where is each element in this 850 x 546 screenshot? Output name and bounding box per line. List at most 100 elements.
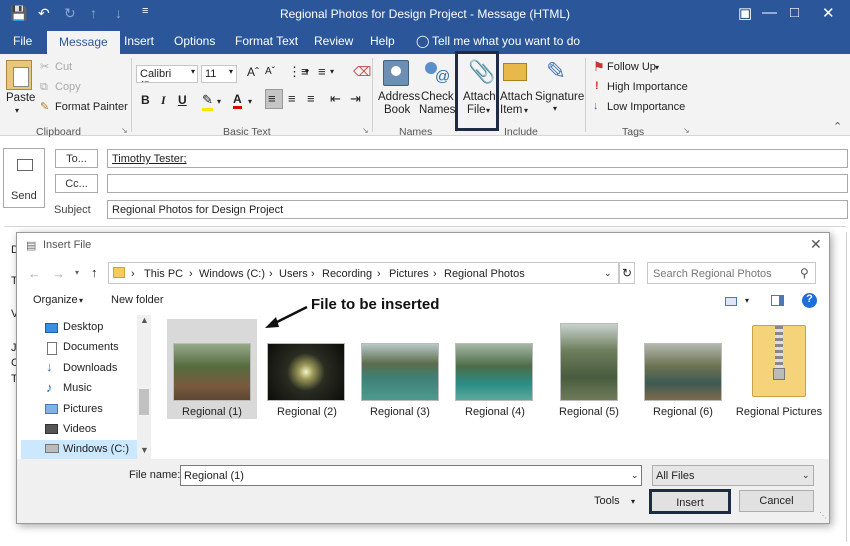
search-box[interactable]: Search Regional Photos ⚲ bbox=[647, 262, 816, 284]
collapse-ribbon-icon[interactable]: ⌃ bbox=[833, 120, 842, 133]
chevron-down-icon[interactable]: ▾ bbox=[229, 67, 233, 76]
preview-pane-icon[interactable] bbox=[771, 295, 784, 306]
tools-button[interactable]: Tools bbox=[594, 495, 620, 507]
ribbon-display-icon[interactable]: ▣ bbox=[738, 4, 752, 22]
tab-options[interactable]: Options bbox=[174, 34, 215, 48]
underline-button[interactable]: U bbox=[178, 93, 187, 107]
down-arrow-icon[interactable]: ↓ bbox=[593, 100, 599, 112]
attach-item-button-line2[interactable]: Item bbox=[500, 104, 522, 116]
check-names-icon[interactable]: @ bbox=[423, 60, 450, 86]
chevron-down-icon[interactable]: ▾ bbox=[631, 497, 635, 506]
cancel-button[interactable]: Cancel bbox=[739, 490, 814, 512]
nav-item-windows-c[interactable]: Windows (C:) bbox=[63, 443, 129, 455]
dialog-launcher-icon[interactable]: ↘ bbox=[683, 126, 690, 135]
chevron-down-icon[interactable]: ⌄ bbox=[631, 470, 639, 481]
nav-item-music[interactable]: Music bbox=[63, 382, 92, 394]
address-bar[interactable]: › This PC › Windows (C:) › Users › Recor… bbox=[108, 262, 619, 284]
flag-icon[interactable]: ⚑ bbox=[593, 59, 605, 75]
check-names-button-line1[interactable]: Check bbox=[421, 91, 454, 103]
paste-button[interactable]: Paste bbox=[6, 92, 35, 104]
chevron-down-icon[interactable]: ▾ bbox=[248, 97, 252, 106]
exclamation-icon[interactable]: ! bbox=[595, 80, 599, 92]
tell-me-search[interactable]: Tell me what you want to do bbox=[432, 34, 580, 48]
forward-icon[interactable]: → bbox=[52, 266, 65, 281]
high-importance-button[interactable]: High Importance bbox=[607, 81, 688, 93]
maximize-icon[interactable]: □ bbox=[790, 4, 799, 21]
address-book-icon[interactable] bbox=[383, 60, 409, 86]
bold-button[interactable]: B bbox=[141, 93, 150, 107]
help-icon[interactable]: ? bbox=[802, 293, 817, 308]
nav-item-documents[interactable]: Documents bbox=[63, 341, 119, 353]
align-left-icon[interactable]: ≡ bbox=[268, 91, 276, 106]
nav-scrollbar[interactable]: ▲ ▼ bbox=[137, 315, 151, 459]
envelope-icon[interactable] bbox=[503, 63, 527, 81]
chevron-down-icon[interactable]: ▾ bbox=[79, 296, 83, 305]
align-center-icon[interactable]: ≡ bbox=[288, 91, 296, 106]
nav-item-pictures[interactable]: Pictures bbox=[63, 403, 103, 415]
file-label[interactable]: Regional (6) bbox=[633, 406, 733, 418]
tab-format-text[interactable]: Format Text bbox=[235, 34, 298, 48]
brush-icon[interactable]: ✎ bbox=[40, 100, 49, 113]
organize-button[interactable]: Organize bbox=[33, 294, 78, 306]
paste-icon[interactable] bbox=[6, 60, 32, 90]
nav-item-desktop[interactable]: Desktop bbox=[63, 321, 103, 333]
highlight-icon[interactable]: ✎ bbox=[202, 92, 213, 111]
chevron-down-icon[interactable]: ▾ bbox=[305, 67, 309, 76]
chevron-down-icon[interactable]: ▾ bbox=[745, 296, 749, 305]
chevron-down-icon[interactable]: ▾ bbox=[553, 104, 557, 113]
chevron-down-icon[interactable]: ⌄ bbox=[802, 470, 810, 481]
address-book-button-line2[interactable]: Book bbox=[384, 104, 410, 116]
cut-button[interactable]: Cut bbox=[55, 61, 72, 73]
breadcrumb-item[interactable]: Regional Photos bbox=[444, 268, 525, 280]
breadcrumb-item[interactable]: Pictures bbox=[389, 268, 429, 280]
font-name-box[interactable]: Calibri (Boc bbox=[136, 65, 198, 83]
italic-button[interactable]: I bbox=[161, 93, 166, 108]
address-book-button-line1[interactable]: Address bbox=[378, 91, 420, 103]
zip-folder-icon[interactable] bbox=[752, 325, 806, 397]
grow-font-icon[interactable]: Aˆ bbox=[247, 65, 259, 79]
check-names-button-line2[interactable]: Names bbox=[419, 104, 455, 116]
copy-icon[interactable]: ⧉ bbox=[40, 81, 48, 94]
close-icon[interactable]: ✕ bbox=[822, 4, 835, 22]
up-folder-icon[interactable]: ↑ bbox=[91, 265, 98, 280]
attach-item-button-line1[interactable]: Attach bbox=[500, 91, 533, 103]
low-importance-button[interactable]: Low Importance bbox=[607, 101, 685, 113]
file-type-select[interactable]: All Files bbox=[652, 465, 814, 486]
close-icon[interactable]: ✕ bbox=[810, 236, 822, 253]
chevron-down-icon[interactable]: ▾ bbox=[217, 97, 221, 106]
to-field[interactable]: Timothy Tester; bbox=[107, 149, 848, 168]
decrease-indent-icon[interactable]: ⇤ bbox=[330, 91, 341, 107]
nav-item-downloads[interactable]: Downloads bbox=[63, 362, 117, 374]
tab-message[interactable]: Message bbox=[47, 30, 120, 54]
numbering-icon[interactable]: ≡ bbox=[318, 64, 326, 79]
file-label[interactable]: Regional Pictures bbox=[729, 406, 829, 418]
breadcrumb-item[interactable]: This PC bbox=[144, 268, 183, 280]
attach-file-button-line2[interactable]: File bbox=[467, 104, 486, 116]
increase-indent-icon[interactable]: ⇥ bbox=[350, 91, 361, 107]
dialog-launcher-icon[interactable]: ↘ bbox=[121, 126, 128, 135]
subject-field[interactable]: Regional Photos for Design Project bbox=[107, 200, 848, 219]
send-button[interactable]: Send bbox=[3, 148, 45, 208]
cc-field[interactable] bbox=[107, 174, 848, 193]
file-label[interactable]: Regional (4) bbox=[445, 406, 545, 418]
breadcrumb-item[interactable]: Windows (C:) bbox=[199, 268, 265, 280]
align-right-icon[interactable]: ≡ bbox=[307, 91, 315, 106]
file-thumbnail-4[interactable] bbox=[455, 343, 533, 401]
file-label[interactable]: Regional (2) bbox=[257, 406, 357, 418]
tab-file[interactable]: File bbox=[13, 34, 32, 48]
format-painter-button[interactable]: Format Painter bbox=[55, 101, 128, 113]
view-options-icon[interactable] bbox=[725, 297, 737, 306]
recipient-token[interactable]: Timothy Tester; bbox=[112, 153, 187, 165]
chevron-down-icon[interactable]: ⌄ bbox=[604, 268, 612, 279]
file-thumbnail-2[interactable] bbox=[267, 343, 345, 401]
cut-icon[interactable]: ✂ bbox=[40, 60, 49, 73]
clear-formatting-icon[interactable]: ⌫ bbox=[353, 64, 371, 80]
file-label[interactable]: Regional (5) bbox=[539, 406, 639, 418]
filename-input[interactable]: Regional (1) bbox=[180, 465, 642, 486]
resize-grip-icon[interactable]: ⋱ bbox=[819, 511, 827, 520]
file-thumbnail-3[interactable] bbox=[361, 343, 439, 401]
font-color-button[interactable]: A bbox=[233, 92, 242, 109]
minimize-icon[interactable]: — bbox=[762, 4, 777, 21]
back-icon[interactable]: ← bbox=[28, 266, 41, 281]
breadcrumb-item[interactable]: Recording bbox=[322, 268, 372, 280]
